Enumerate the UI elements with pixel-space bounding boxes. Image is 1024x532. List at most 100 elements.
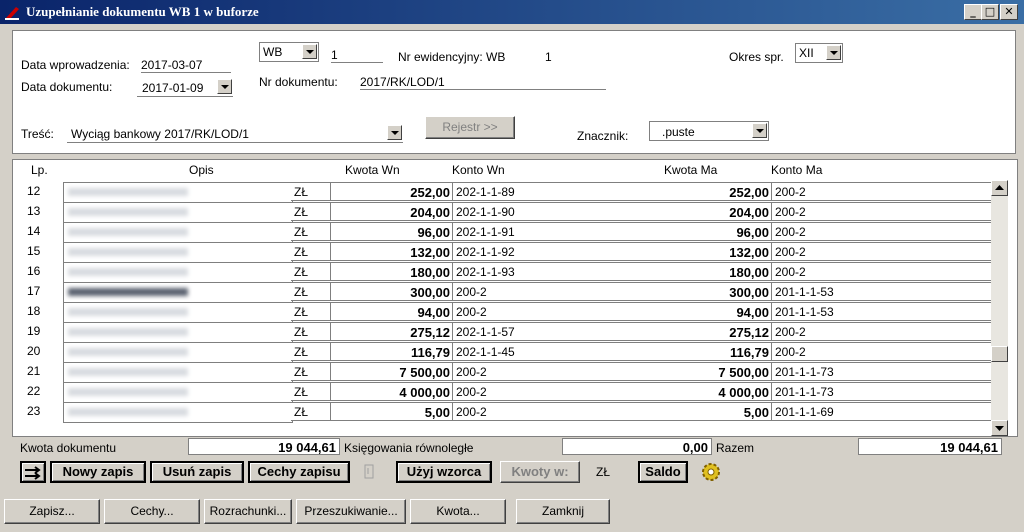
row-kwota-ma[interactable]: 4 000,00 xyxy=(659,382,772,401)
row-konto-ma[interactable]: 200-2 xyxy=(772,342,997,361)
saldo-button[interactable]: Saldo xyxy=(638,461,688,483)
zapisz-button[interactable]: Zapisz... xyxy=(4,499,100,524)
row-kwota-wn[interactable]: 94,00 xyxy=(331,302,453,321)
row-kwota-wn[interactable]: 275,12 xyxy=(331,322,453,341)
row-waluta[interactable]: ZŁ xyxy=(291,242,331,261)
row-kwota-wn[interactable]: 116,79 xyxy=(331,342,453,361)
row-konto-ma[interactable]: 201-1-1-69 xyxy=(772,402,997,421)
row-konto-ma[interactable]: 201-1-1-53 xyxy=(772,282,997,301)
row-opis[interactable] xyxy=(63,202,293,223)
row-kwota-ma[interactable]: 96,00 xyxy=(659,222,772,241)
row-konto-ma[interactable]: 200-2 xyxy=(772,222,997,241)
row-waluta[interactable]: ZŁ xyxy=(291,362,331,381)
column-header-konto-wn[interactable]: Konto Wn xyxy=(452,163,505,177)
tresc-combo[interactable]: Wyciąg bankowy 2017/RK/LOD/1 xyxy=(67,124,403,143)
row-waluta[interactable]: ZŁ xyxy=(291,322,331,341)
uzyj-wzorca-button[interactable]: Użyj wzorca xyxy=(396,461,492,483)
row-kwota-wn[interactable]: 96,00 xyxy=(331,222,453,241)
row-konto-ma[interactable]: 200-2 xyxy=(772,202,997,221)
row-kwota-ma[interactable]: 180,00 xyxy=(659,262,772,281)
column-header-lp[interactable]: Lp. xyxy=(31,163,48,177)
row-opis[interactable] xyxy=(63,222,293,243)
row-konto-ma[interactable]: 201-1-1-73 xyxy=(772,362,997,381)
kwota-button[interactable]: Kwota... xyxy=(410,499,506,524)
minimize-button[interactable]: _ xyxy=(964,4,982,20)
nr-dokumentu-field[interactable]: 2017/RK/LOD/1 xyxy=(360,75,606,90)
restore-button[interactable]: □ xyxy=(981,4,999,20)
row-waluta[interactable]: ZŁ xyxy=(291,302,331,321)
row-opis[interactable] xyxy=(63,302,293,323)
row-opis[interactable] xyxy=(63,182,293,203)
cechy-zapisu-button[interactable]: Cechy zapisu xyxy=(248,461,350,483)
row-konto-ma[interactable]: 200-2 xyxy=(772,322,997,341)
row-opis[interactable] xyxy=(63,382,293,403)
table-row[interactable]: 22 ZŁ 4 000,00 200-2 4 000,00 201-1-1-73 xyxy=(19,382,997,403)
chevron-down-icon[interactable] xyxy=(826,45,841,60)
column-header-kwota-wn[interactable]: Kwota Wn xyxy=(345,163,400,177)
row-opis[interactable] xyxy=(63,322,293,343)
table-row[interactable]: 16 ZŁ 180,00 202-1-1-93 180,00 200-2 xyxy=(19,262,997,283)
kwoty-w-button[interactable]: Kwoty w: xyxy=(500,461,580,483)
table-row[interactable]: 12 ZŁ 252,00 202-1-1-89 252,00 200-2 xyxy=(19,182,997,203)
row-kwota-wn[interactable]: 4 000,00 xyxy=(331,382,453,401)
row-kwota-wn[interactable]: 132,00 xyxy=(331,242,453,261)
table-row[interactable]: 17 ZŁ 300,00 200-2 300,00 201-1-1-53 xyxy=(19,282,997,303)
attachment-icon[interactable] xyxy=(360,463,380,483)
row-konto-ma[interactable]: 200-2 xyxy=(772,182,997,201)
chevron-down-icon[interactable] xyxy=(387,125,402,140)
table-row[interactable]: 23 ZŁ 5,00 200-2 5,00 201-1-1-69 xyxy=(19,402,997,423)
row-waluta[interactable]: ZŁ xyxy=(291,382,331,401)
data-dokumentu-picker[interactable]: 2017-01-09 xyxy=(137,78,233,97)
row-waluta[interactable]: ZŁ xyxy=(291,262,331,281)
table-row[interactable]: 20 ZŁ 116,79 202-1-1-45 116,79 200-2 xyxy=(19,342,997,363)
scroll-up-button[interactable] xyxy=(991,180,1008,196)
row-waluta[interactable]: ZŁ xyxy=(291,182,331,201)
row-opis[interactable] xyxy=(63,362,293,383)
table-row[interactable]: 18 ZŁ 94,00 200-2 94,00 201-1-1-53 xyxy=(19,302,997,323)
row-kwota-ma[interactable]: 275,12 xyxy=(659,322,772,341)
chevron-down-icon[interactable] xyxy=(217,79,232,94)
usun-zapis-button[interactable]: Usuń zapis xyxy=(150,461,244,483)
rozrachunki-button[interactable]: Rozrachunki... xyxy=(204,499,292,524)
row-kwota-ma[interactable]: 7 500,00 xyxy=(659,362,772,381)
table-row[interactable]: 15 ZŁ 132,00 202-1-1-92 132,00 200-2 xyxy=(19,242,997,263)
row-konto-ma[interactable]: 201-1-1-53 xyxy=(772,302,997,321)
table-row[interactable]: 13 ZŁ 204,00 202-1-1-90 204,00 200-2 xyxy=(19,202,997,223)
row-kwota-wn[interactable]: 180,00 xyxy=(331,262,453,281)
table-row[interactable]: 21 ZŁ 7 500,00 200-2 7 500,00 201-1-1-73 xyxy=(19,362,997,383)
row-kwota-wn[interactable]: 7 500,00 xyxy=(331,362,453,381)
scroll-thumb[interactable] xyxy=(991,346,1008,362)
row-waluta[interactable]: ZŁ xyxy=(291,402,331,421)
rejestr-button[interactable]: Rejestr >> xyxy=(425,116,515,139)
row-kwota-ma[interactable]: 252,00 xyxy=(659,182,772,201)
chevron-down-icon[interactable] xyxy=(302,44,317,59)
cechy-button[interactable]: Cechy... xyxy=(104,499,200,524)
row-kwota-wn[interactable]: 300,00 xyxy=(331,282,453,301)
switch-view-button[interactable] xyxy=(20,461,46,483)
row-kwota-ma[interactable]: 204,00 xyxy=(659,202,772,221)
row-konto-ma[interactable]: 200-2 xyxy=(772,242,997,261)
row-kwota-ma[interactable]: 5,00 xyxy=(659,402,772,421)
column-header-kwota-ma[interactable]: Kwota Ma xyxy=(664,163,717,177)
row-waluta[interactable]: ZŁ xyxy=(291,222,331,241)
row-konto-ma[interactable]: 201-1-1-73 xyxy=(772,382,997,401)
vertical-scrollbar[interactable] xyxy=(991,180,1008,436)
zamknij-button[interactable]: Zamknij xyxy=(516,499,610,524)
row-waluta[interactable]: ZŁ xyxy=(291,282,331,301)
gear-icon[interactable] xyxy=(700,461,722,483)
close-button[interactable]: ✕ xyxy=(1000,4,1018,20)
row-konto-ma[interactable]: 200-2 xyxy=(772,262,997,281)
row-opis[interactable] xyxy=(63,402,293,423)
row-kwota-ma[interactable]: 300,00 xyxy=(659,282,772,301)
column-header-konto-ma[interactable]: Konto Ma xyxy=(771,163,822,177)
column-header-opis[interactable]: Opis xyxy=(189,163,214,177)
row-opis[interactable] xyxy=(63,262,293,283)
row-waluta[interactable]: ZŁ xyxy=(291,202,331,221)
document-type-select[interactable]: WB xyxy=(259,42,319,62)
chevron-down-icon[interactable] xyxy=(752,123,767,138)
table-row[interactable]: 14 ZŁ 96,00 202-1-1-91 96,00 200-2 xyxy=(19,222,997,243)
znacznik-select[interactable]: .puste xyxy=(649,121,769,141)
row-opis[interactable] xyxy=(63,282,293,303)
row-opis[interactable] xyxy=(63,242,293,263)
table-row[interactable]: 19 ZŁ 275,12 202-1-1-57 275,12 200-2 xyxy=(19,322,997,343)
